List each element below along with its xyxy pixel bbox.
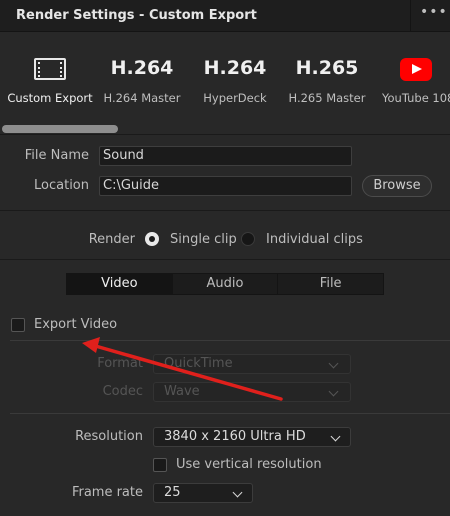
resolution-value: 3840 x 2160 Ultra HD — [164, 429, 306, 444]
frame-rate-dropdown[interactable]: 25 — [153, 483, 253, 503]
preset-hyperdeck[interactable]: H.264 HyperDeck — [190, 33, 280, 133]
chevron-down-icon — [232, 487, 243, 498]
resolution-dropdown[interactable]: 3840 x 2160 Ultra HD — [153, 427, 351, 447]
panel-header: Render Settings - Custom Export ••• — [0, 0, 450, 32]
more-icon[interactable]: ••• — [420, 4, 447, 24]
chevron-down-icon — [330, 431, 341, 442]
presets-scrollbar[interactable] — [0, 125, 450, 133]
preset-label: H.265 Master — [288, 91, 366, 105]
codec-dropdown: Wave — [153, 382, 351, 402]
export-video-checkbox[interactable] — [11, 318, 25, 332]
render-presets: Custom Export H.264 H.264 Master H.264 H… — [0, 33, 450, 133]
location-input[interactable]: C:\Guide — [99, 176, 352, 196]
tab-file[interactable]: File — [278, 274, 383, 294]
divider — [10, 340, 450, 341]
individual-clips-radio[interactable] — [241, 232, 255, 246]
preset-h265-master[interactable]: H.265 H.265 Master — [282, 33, 372, 133]
single-clip-radio[interactable] — [145, 232, 159, 246]
tab-audio[interactable]: Audio — [173, 274, 279, 294]
scrollbar-thumb[interactable] — [2, 125, 118, 133]
header-divider — [410, 0, 411, 32]
settings-tabs: Video Audio File — [66, 273, 384, 295]
format-label: Format — [97, 356, 143, 371]
codec-label: Codec — [102, 384, 143, 399]
file-name-label: File Name — [24, 148, 89, 163]
chevron-down-icon — [328, 386, 339, 397]
preset-label: YouTube 108 — [382, 91, 450, 105]
render-settings-panel: Render Settings - Custom Export ••• Cust… — [0, 0, 450, 516]
preset-label: H.264 Master — [103, 91, 181, 105]
preset-codec-text: H.264 — [110, 57, 174, 79]
divider — [0, 134, 450, 135]
preset-label: HyperDeck — [203, 91, 267, 105]
preset-custom-export[interactable]: Custom Export — [0, 33, 100, 133]
preset-h264-master[interactable]: H.264 H.264 Master — [100, 33, 184, 133]
preset-codec-text: H.264 — [203, 57, 267, 79]
youtube-icon — [400, 58, 432, 81]
export-video-label[interactable]: Export Video — [34, 317, 117, 332]
tab-video[interactable]: Video — [67, 274, 173, 294]
individual-clips-label[interactable]: Individual clips — [266, 232, 363, 247]
panel-title: Render Settings - Custom Export — [16, 8, 257, 23]
divider — [10, 413, 450, 414]
divider — [0, 259, 450, 260]
format-dropdown: QuickTime — [153, 354, 351, 374]
browse-button[interactable]: Browse — [362, 175, 432, 197]
resolution-label: Resolution — [75, 429, 143, 444]
preset-codec-text: H.265 — [295, 57, 359, 79]
preset-youtube[interactable]: YouTube 108 — [378, 33, 450, 133]
codec-value: Wave — [164, 384, 200, 399]
preset-label: Custom Export — [7, 91, 93, 105]
vertical-resolution-checkbox[interactable] — [153, 458, 167, 472]
divider — [0, 210, 450, 211]
format-value: QuickTime — [164, 356, 233, 371]
file-name-input[interactable]: Sound — [99, 146, 352, 166]
single-clip-label[interactable]: Single clip — [170, 232, 237, 247]
frame-rate-label: Frame rate — [71, 485, 143, 500]
frame-rate-value: 25 — [164, 485, 181, 500]
render-label: Render — [88, 232, 135, 247]
vertical-resolution-label[interactable]: Use vertical resolution — [176, 457, 322, 472]
film-strip-icon — [34, 58, 66, 80]
location-label: Location — [34, 178, 89, 193]
chevron-down-icon — [328, 358, 339, 369]
